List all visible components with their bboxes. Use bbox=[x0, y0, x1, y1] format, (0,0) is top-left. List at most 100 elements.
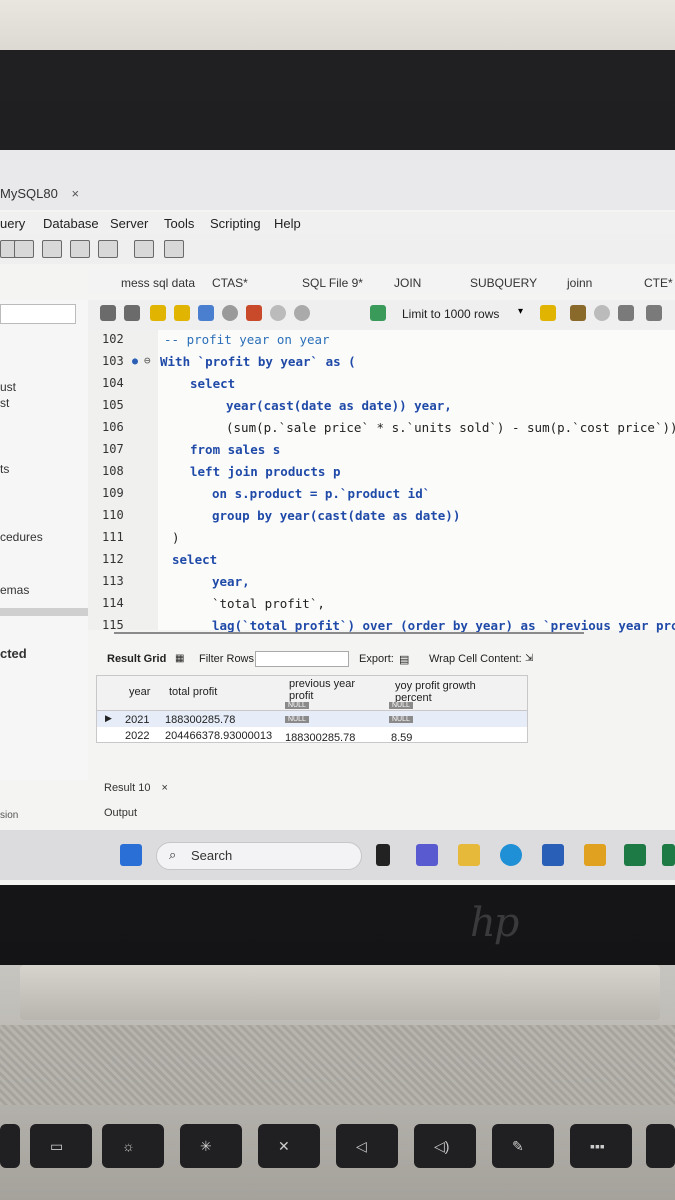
table-row[interactable] bbox=[97, 711, 527, 727]
edge-icon[interactable] bbox=[500, 844, 522, 866]
menu-scripting[interactable]: Scripting bbox=[210, 216, 261, 231]
grid-icon[interactable]: ▦ bbox=[175, 653, 184, 664]
close-icon[interactable]: × bbox=[162, 782, 168, 794]
mute-icon: ✕ bbox=[278, 1138, 290, 1154]
close-icon[interactable]: × bbox=[71, 186, 79, 201]
beautify-icon[interactable] bbox=[570, 305, 586, 321]
column-header[interactable]: total profit bbox=[169, 686, 217, 698]
code-line: select bbox=[190, 376, 236, 391]
table-cell[interactable]: 2021 bbox=[125, 714, 149, 726]
laptop-hinge bbox=[20, 965, 660, 1020]
navigator-search-input[interactable] bbox=[0, 304, 76, 324]
autocommit-icon[interactable] bbox=[370, 305, 386, 321]
screen-icon: ▭ bbox=[50, 1138, 64, 1154]
bookmark-icon[interactable] bbox=[540, 305, 556, 321]
result-10-tab[interactable]: Result 10 × bbox=[104, 782, 168, 794]
keyboard-key: ◁ bbox=[336, 1124, 398, 1168]
code-line: With `profit by year` as ( bbox=[160, 354, 356, 369]
start-icon[interactable] bbox=[120, 844, 142, 866]
chevron-down-icon[interactable]: ▾ bbox=[518, 306, 523, 317]
function-icon[interactable] bbox=[164, 240, 184, 258]
filter-rows-input[interactable] bbox=[255, 651, 349, 667]
volume-up-icon: ◁) bbox=[434, 1138, 450, 1154]
tab-joinn[interactable]: joinn bbox=[567, 276, 592, 290]
table-icon[interactable] bbox=[70, 240, 90, 258]
table-cell[interactable]: 188300285.78 bbox=[285, 732, 355, 744]
limit-rows-select[interactable]: Limit to 1000 rows bbox=[402, 307, 499, 321]
main-toolbar bbox=[0, 234, 675, 264]
line-number: 109 bbox=[102, 486, 124, 500]
menu-help[interactable]: Help bbox=[274, 216, 301, 231]
navigator-label: st bbox=[0, 396, 10, 410]
menu-tools[interactable]: Tools bbox=[164, 216, 194, 231]
commit-icon[interactable] bbox=[270, 305, 286, 321]
tab-mess-sql-data[interactable]: mess sql data bbox=[121, 276, 195, 290]
file-explorer-icon[interactable] bbox=[458, 844, 480, 866]
search-icon[interactable] bbox=[594, 305, 610, 321]
sql-editor-toolbar: Limit to 1000 rows ▾ bbox=[88, 300, 675, 330]
navigator-label: ts bbox=[0, 462, 10, 476]
line-number: 107 bbox=[102, 442, 124, 456]
connection-tab[interactable]: MySQL80 × bbox=[0, 186, 79, 201]
keyboard-key: ☼ bbox=[102, 1124, 164, 1168]
column-header[interactable]: previous year profit bbox=[289, 678, 369, 702]
results-toolbar: Result Grid ▦ Filter Rows: Export: ▤ Wra… bbox=[95, 648, 675, 670]
tab-subquery[interactable]: SUBQUERY bbox=[470, 276, 537, 290]
task-view-icon[interactable] bbox=[376, 844, 390, 866]
result-grid[interactable]: year total profit previous year profit y… bbox=[96, 675, 528, 744]
table-cell[interactable]: 188300285.78 bbox=[165, 714, 235, 726]
explain-icon[interactable] bbox=[198, 305, 214, 321]
app-icon[interactable] bbox=[662, 844, 675, 866]
invisible-chars-icon[interactable] bbox=[618, 305, 634, 321]
menu-query[interactable]: uery bbox=[0, 216, 25, 231]
tab-cte[interactable]: CTE* bbox=[644, 276, 673, 290]
execute-icon[interactable] bbox=[150, 305, 166, 321]
power-bi-icon[interactable] bbox=[584, 844, 606, 866]
save-icon[interactable] bbox=[124, 305, 140, 321]
tab-sql-file-9[interactable]: SQL File 9* bbox=[302, 276, 363, 290]
column-header[interactable]: year bbox=[129, 686, 150, 698]
keyboard-key: ▭ bbox=[30, 1124, 92, 1168]
open-file-icon[interactable] bbox=[100, 305, 116, 321]
store-icon[interactable] bbox=[542, 844, 564, 866]
navigator-label: cted bbox=[0, 646, 27, 661]
navigator-label: sion bbox=[0, 810, 19, 821]
view-icon[interactable] bbox=[98, 240, 118, 258]
open-script-icon[interactable] bbox=[14, 240, 34, 258]
table-cell[interactable]: 8.59 bbox=[391, 732, 412, 744]
rollback-icon[interactable] bbox=[294, 305, 310, 321]
table-cell[interactable]: 2022 bbox=[125, 730, 149, 742]
sql-editor[interactable]: 102 103 104 105 106 107 108 109 110 111 … bbox=[88, 330, 675, 633]
null-badge[interactable]: NULL bbox=[389, 716, 413, 723]
editor-scrollbar[interactable] bbox=[114, 632, 584, 634]
excel-icon[interactable] bbox=[624, 844, 646, 866]
wrap-cell-icon[interactable]: ⇲ bbox=[525, 653, 533, 664]
menu-database[interactable]: Database bbox=[43, 216, 99, 231]
fold-toggle-icon[interactable]: ⊖ bbox=[144, 354, 151, 367]
taskbar-search[interactable]: ⌕ Search bbox=[156, 842, 362, 870]
procedure-icon[interactable] bbox=[134, 240, 154, 258]
code-line: year, bbox=[212, 574, 250, 589]
export-icon[interactable]: ▤ bbox=[399, 653, 409, 666]
teams-icon[interactable] bbox=[416, 844, 438, 866]
result-grid-tab[interactable]: Result Grid bbox=[107, 653, 166, 665]
null-badge[interactable]: NULL bbox=[285, 716, 309, 723]
line-number: 106 bbox=[102, 420, 124, 434]
wrap-icon[interactable] bbox=[646, 305, 662, 321]
tab-ctas[interactable]: CTAS* bbox=[212, 276, 248, 290]
window-titlebar: MySQL80 × bbox=[0, 150, 675, 210]
toggle-icon[interactable] bbox=[246, 305, 262, 321]
speaker-grille bbox=[0, 1025, 675, 1105]
connection-tab-label: MySQL80 bbox=[0, 186, 58, 201]
output-panel-label[interactable]: Output bbox=[104, 807, 137, 819]
brightness-up-icon: ✳ bbox=[200, 1138, 212, 1154]
schema-icon[interactable] bbox=[42, 240, 62, 258]
code-line: -- profit year on year bbox=[164, 332, 330, 347]
execute-current-icon[interactable] bbox=[174, 305, 190, 321]
code-line: (sum(p.`sale price` * s.`units sold`) - … bbox=[226, 420, 675, 435]
table-cell[interactable]: 204466378.93000013 bbox=[165, 730, 272, 742]
stop-icon[interactable] bbox=[222, 305, 238, 321]
tab-join[interactable]: JOIN bbox=[394, 276, 421, 290]
menu-server[interactable]: Server bbox=[110, 216, 148, 231]
column-header[interactable]: yoy profit growth percent bbox=[395, 680, 495, 704]
